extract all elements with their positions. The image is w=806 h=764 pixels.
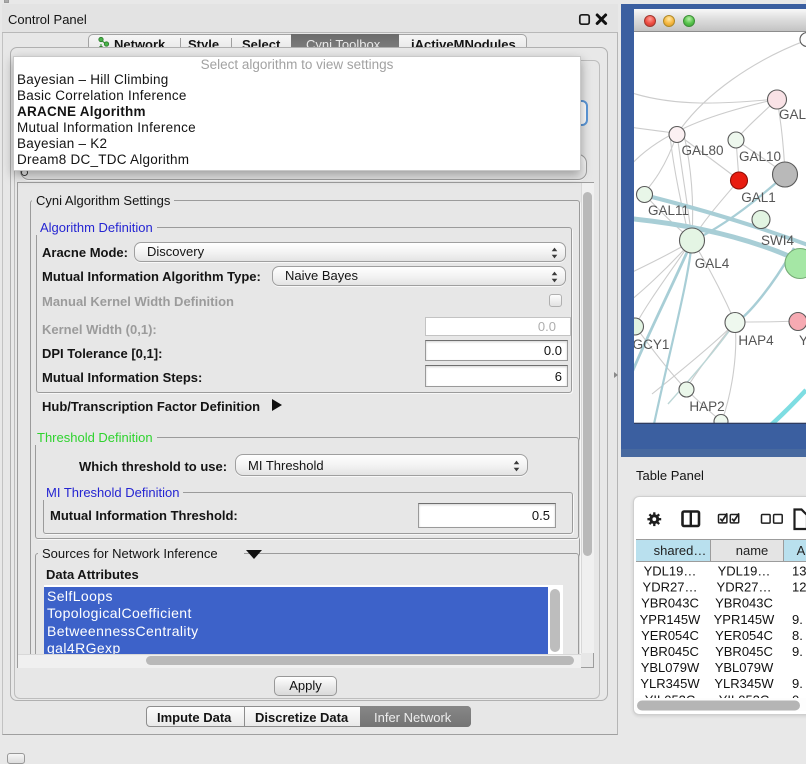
svg-text:GAL11: GAL11 xyxy=(648,203,689,218)
svg-text:HAP2: HAP2 xyxy=(689,399,724,414)
svg-text:YDR27…: YDR27… xyxy=(717,580,772,595)
svg-text:shared…: shared… xyxy=(654,543,707,558)
svg-text:YDL19…: YDL19… xyxy=(644,564,697,579)
svg-text:YER054C: YER054C xyxy=(641,628,699,643)
svg-text:8.: 8. xyxy=(792,628,803,643)
svg-text:Y: Y xyxy=(799,333,806,348)
svg-text:GAL7: GAL7 xyxy=(779,107,806,122)
svg-text:YBR045C: YBR045C xyxy=(715,644,773,659)
svg-text:YLR345W: YLR345W xyxy=(714,676,774,691)
svg-text:9.: 9. xyxy=(792,612,803,627)
svg-text:YPR145W: YPR145W xyxy=(640,612,701,627)
svg-text:name: name xyxy=(736,543,769,558)
svg-text:YPR145W: YPR145W xyxy=(714,612,775,627)
svg-text:9.: 9. xyxy=(792,676,803,691)
svg-text:YBR045C: YBR045C xyxy=(641,644,699,659)
svg-text:GAL1: GAL1 xyxy=(741,190,776,205)
svg-text:YER054C: YER054C xyxy=(715,628,773,643)
svg-text:9.: 9. xyxy=(792,644,803,659)
svg-text:SWI4: SWI4 xyxy=(761,233,794,248)
svg-text:GAL4: GAL4 xyxy=(695,256,730,271)
svg-text:YDR27…: YDR27… xyxy=(643,580,698,595)
svg-text:YDL19…: YDL19… xyxy=(718,564,771,579)
svg-text:GAL10: GAL10 xyxy=(739,149,781,164)
svg-text:12: 12 xyxy=(792,580,806,595)
svg-text:YBL079W: YBL079W xyxy=(715,660,774,675)
svg-text:YBR043C: YBR043C xyxy=(641,596,699,611)
svg-text:YBR043C: YBR043C xyxy=(715,596,773,611)
svg-text:HAP4: HAP4 xyxy=(738,333,774,348)
svg-text:YLR345W: YLR345W xyxy=(640,676,700,691)
svg-text:GCY1: GCY1 xyxy=(634,337,669,352)
svg-text:A: A xyxy=(797,543,806,558)
svg-text:GAL80: GAL80 xyxy=(681,143,723,158)
svg-text:YBL079W: YBL079W xyxy=(641,660,700,675)
svg-text:13: 13 xyxy=(792,564,806,579)
